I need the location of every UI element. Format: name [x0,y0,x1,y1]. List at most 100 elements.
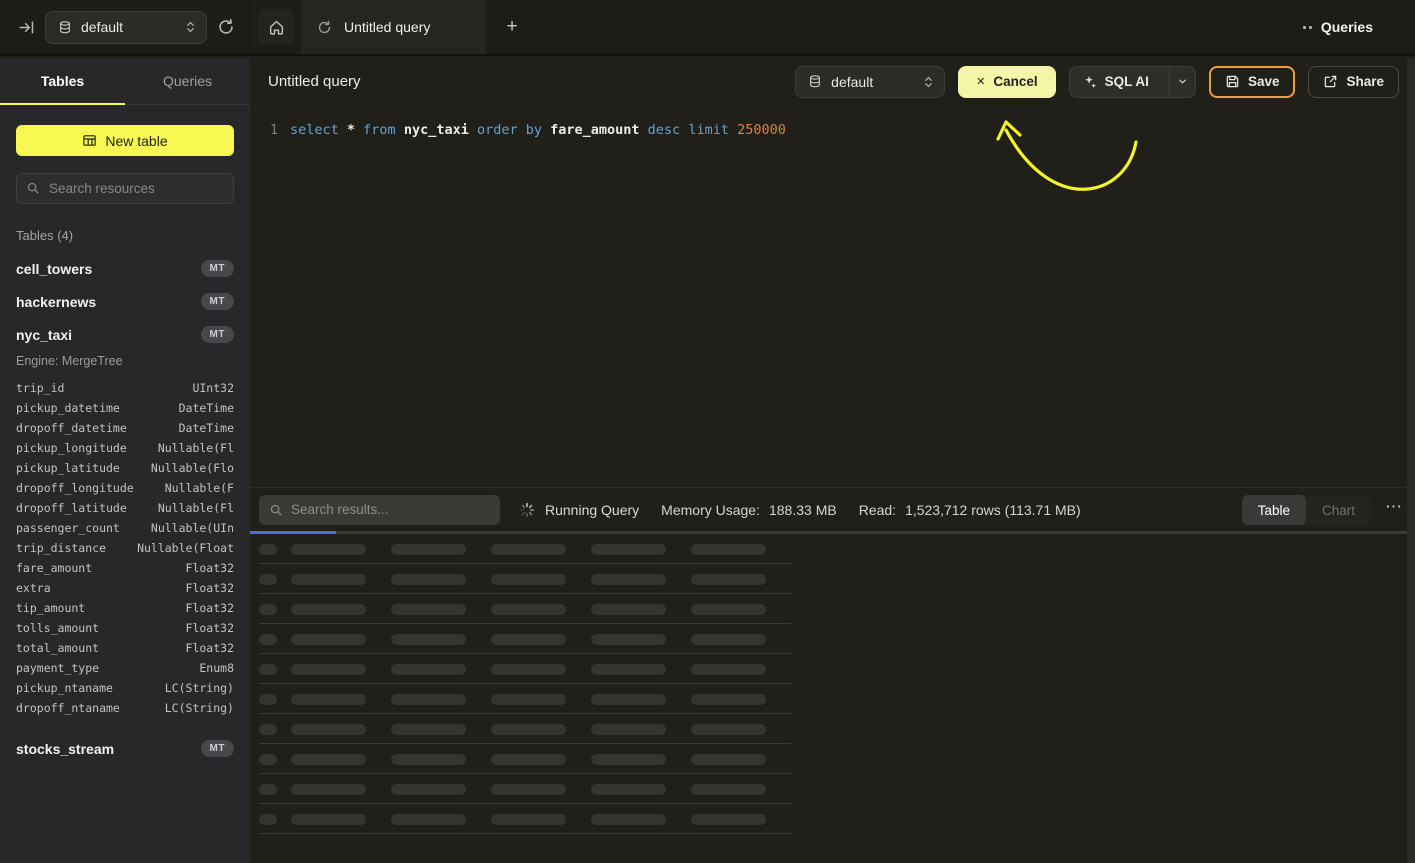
skeleton-row [259,684,791,714]
tab-untitled-query[interactable]: Untitled query [301,0,485,54]
sql-token-keyword: select [290,122,347,138]
chevron-down-icon [1177,76,1188,87]
skeleton-cell [291,814,366,825]
skeleton-cell [591,664,666,675]
skeleton-cell [691,664,766,675]
query-title: Untitled query [268,73,361,90]
sql-code: select * from nyc_taxi order by fare_amo… [290,120,786,140]
skeleton-cell [391,634,466,645]
skeleton-cell [691,694,766,705]
column-row: total_amountFloat32 [16,638,234,658]
search-resources-input[interactable] [16,173,234,204]
skeleton-cell [259,724,277,735]
save-button[interactable]: Save [1209,66,1296,98]
share-icon [1323,74,1338,89]
skeleton-cell [291,694,366,705]
skeleton-cell [259,664,277,675]
results-toolbar: Running Query Memory Usage: 188.33 MB Re… [250,488,1415,531]
column-row: pickup_datetimeDateTime [16,398,234,418]
read-label: Read: [859,502,896,518]
search-icon [26,181,40,195]
table-row-stocks_stream[interactable]: stocks_streamMT [16,732,234,765]
column-name: trip_distance [16,541,106,555]
queries-menu-button[interactable]: Queries [1303,19,1415,35]
queries-menu-label: Queries [1321,19,1373,35]
query-database-selector[interactable]: default [795,66,945,98]
collapse-sidebar-button[interactable] [18,19,35,36]
cancel-button[interactable]: ✕ Cancel [958,66,1056,98]
query-header: Untitled query default ✕ Cancel [250,58,1415,105]
more-options-button[interactable]: ⋯ [1385,498,1403,515]
new-tab-button[interactable]: + [497,12,527,42]
skeleton-cell [259,604,277,615]
skeleton-cell [491,574,566,585]
share-button[interactable]: Share [1308,66,1399,98]
skeleton-cell [259,754,277,765]
column-type: Nullable(Flo [151,461,234,475]
view-toggle-table[interactable]: Table [1242,495,1306,525]
skeleton-cell [391,724,466,735]
table-engine-badge: MT [201,260,234,277]
database-icon [58,20,72,35]
table-name: hackernews [16,294,96,310]
cancel-label: Cancel [993,74,1037,89]
table-row-nyc_taxi[interactable]: nyc_taxiMT [16,318,234,351]
memory-usage-label: Memory Usage: [661,502,760,518]
skeleton-cell [291,724,366,735]
column-name: total_amount [16,641,99,655]
tables-section-label: Tables (4) [16,228,234,243]
column-name: dropoff_datetime [16,421,127,435]
column-name: dropoff_latitude [16,501,127,515]
sidebar-tab-tables[interactable]: Tables [0,58,125,104]
skeleton-row [259,714,791,744]
skeleton-cell [491,634,566,645]
sidebar-tab-queries[interactable]: Queries [125,58,250,104]
new-table-button[interactable]: New table [16,125,234,156]
table-row-cell_towers[interactable]: cell_towers MT [16,252,234,285]
query-status: Running Query [545,502,639,518]
table-name: cell_towers [16,261,92,277]
skeleton-cell [259,694,277,705]
column-name: passenger_count [16,521,120,535]
skeleton-row [259,804,791,834]
skeleton-cell [391,544,466,555]
column-name: payment_type [16,661,99,675]
close-icon: ✕ [976,75,985,88]
column-type: Nullable(UIn [151,521,234,535]
tab-label: Untitled query [344,19,430,35]
column-row: dropoff_ntanameLC(String) [16,698,234,718]
column-type: Nullable(F [165,481,234,495]
skeleton-cell [491,784,566,795]
sql-editor[interactable]: 1 select * from nyc_taxi order by fare_a… [250,105,1415,487]
skeleton-cell [591,754,666,765]
sql-ai-dropdown-segment[interactable] [1169,67,1195,97]
home-button[interactable] [258,9,294,45]
column-row: tip_amountFloat32 [16,598,234,618]
skeleton-cell [259,634,277,645]
search-results-input[interactable] [259,495,500,525]
table-row-hackernews[interactable]: hackernews MT [16,285,234,318]
refresh-button[interactable] [217,18,235,36]
sql-ai-main-segment[interactable]: SQL AI [1070,67,1161,97]
topbar-left-section: default [0,0,250,54]
view-toggle-chart[interactable]: Chart [1306,495,1371,525]
table-engine-badge: MT [201,293,234,310]
collapse-sidebar-icon [18,19,35,36]
skeleton-cell [591,604,666,615]
sql-ai-label: SQL AI [1105,74,1149,89]
sql-ai-button[interactable]: SQL AI [1069,66,1196,98]
column-name: pickup_longitude [16,441,127,455]
skeleton-cell [259,574,277,585]
skeleton-cell [291,544,366,555]
column-name: pickup_datetime [16,401,120,415]
database-selector[interactable]: default [45,11,207,44]
skeleton-cell [691,784,766,795]
skeleton-cell [291,574,366,585]
skeleton-cell [591,574,666,585]
column-type: LC(String) [165,681,234,695]
scrollbar[interactable] [1407,58,1415,863]
column-row: tolls_amountFloat32 [16,618,234,638]
top-bar: default Untitled query + Queries [0,0,1415,56]
sql-token-keyword: from [363,122,404,138]
view-toggle: Table Chart [1242,495,1371,525]
